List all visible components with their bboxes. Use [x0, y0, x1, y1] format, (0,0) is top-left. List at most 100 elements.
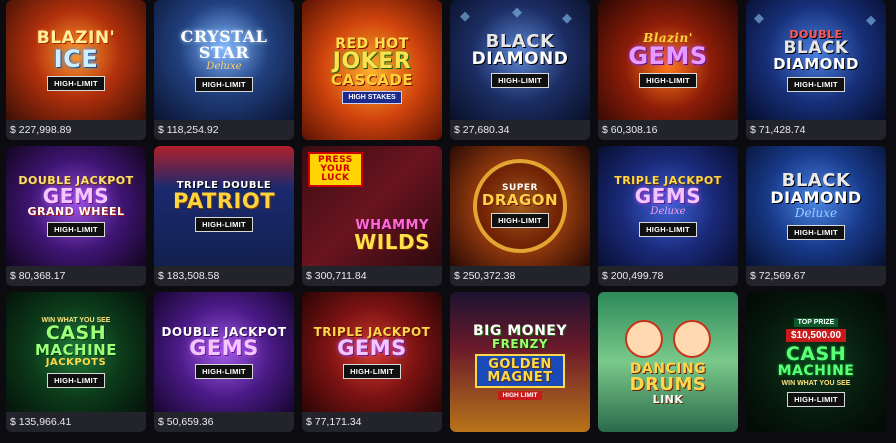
title-line: DIAMOND — [773, 54, 859, 73]
title-line: PATRIOT — [172, 188, 276, 213]
game-tile-double-jackpot-gems[interactable]: DOUBLE JACKPOT GEMS HIGH-LIMIT $ 50,659.… — [154, 292, 294, 432]
jackpot-amount: $ 50,659.36 — [154, 412, 294, 432]
jackpot-amount: $ 250,372.38 — [450, 266, 590, 286]
game-art: BLACK DIAMOND Deluxe HIGH-LIMIT — [746, 146, 886, 266]
diamond-icon: ◆ — [460, 8, 470, 23]
game-art: BLAZIN' ICE HIGH-LIMIT — [6, 0, 146, 120]
game-tile-dancing-drums-link[interactable]: DANCING DRUMS LINK — [598, 292, 738, 432]
high-limit-badge: HIGH-LIMIT — [47, 75, 105, 91]
title-line: JOKER — [332, 48, 412, 74]
jackpot-amount: $ 71,428.74 — [746, 120, 886, 140]
title-line: CASCADE — [330, 70, 414, 89]
title-line: BIG MONEY — [473, 323, 567, 339]
high-limit-badge: HIGH-LIMIT — [491, 72, 549, 88]
title-line: GEMS — [628, 42, 708, 70]
title-line: MACHINE — [35, 340, 117, 359]
high-stakes-badge: HIGH STAKES — [342, 90, 402, 104]
title-line: CASH — [785, 342, 847, 365]
jackpot-amount: $ 135,966.41 — [6, 412, 146, 432]
game-art: WIN WHAT YOU SEE CASH MACHINE JACKPOTS H… — [6, 292, 146, 412]
game-art: BIG MONEY FRENZY GOLDEN MAGNET HIGH LIMI… — [450, 292, 590, 432]
game-tile-press-your-luck-whammy-wilds[interactable]: PRESS YOUR LUCK WHAMMY WILDS $ 300,711.8… — [302, 146, 442, 286]
subtitle: Deluxe — [794, 206, 838, 220]
dragon-wheel: SUPER DRAGON HIGH-LIMIT — [473, 159, 567, 253]
high-limit-badge: HIGH-LIMIT — [787, 225, 845, 240]
game-tile-triple-double-patriot[interactable]: TRIPLE DOUBLE PATRIOT HIGH-LIMIT $ 183,5… — [154, 146, 294, 286]
game-tile-triple-jackpot-gems-deluxe[interactable]: TRIPLE JACKPOT GEMS Deluxe HIGH-LIMIT $ … — [598, 146, 738, 286]
jackpot-amount: $ 300,711.84 — [302, 266, 442, 286]
title-line: DRUMS — [629, 373, 707, 395]
high-limit-badge: HIGH-LIMIT — [639, 222, 697, 237]
title-line: DIAMOND — [770, 188, 862, 207]
title-line: JACKPOTS — [45, 356, 107, 368]
game-tile-super-dragon[interactable]: SUPER DRAGON HIGH-LIMIT $ 250,372.38 — [450, 146, 590, 286]
game-art: TRIPLE JACKPOT GEMS HIGH-LIMIT — [302, 292, 442, 412]
diamond-icon: ◆ — [562, 10, 572, 25]
title-line: MACHINE — [777, 362, 855, 379]
game-art: RED HOT JOKER CASCADE HIGH STAKES — [302, 0, 442, 140]
title-line: BLACK — [485, 30, 555, 52]
game-art: ◆ ◆ ◆ BLACK DIAMOND HIGH-LIMIT — [450, 0, 590, 120]
game-tile-double-jackpot-gems-grand-wheel[interactable]: DOUBLE JACKPOT GEMS GRAND WHEEL HIGH-LIM… — [6, 146, 146, 286]
title-line: CASH — [45, 321, 107, 344]
game-art: TRIPLE DOUBLE PATRIOT HIGH-LIMIT — [154, 146, 294, 266]
jackpot-amount: $ 227,998.89 — [6, 120, 146, 140]
high-limit-badge: HIGH-LIMIT — [787, 391, 845, 407]
title-line: FRENZY — [491, 337, 549, 351]
diamond-icon: ◆ — [512, 4, 522, 19]
title-line: TOP PRIZE — [793, 317, 839, 327]
subtitle: Deluxe — [206, 60, 242, 72]
game-art: ◆ ◆ DOUBLE BLACK DIAMOND HIGH-LIMIT — [746, 0, 886, 120]
jackpot-amount: $ 77,171.34 — [302, 412, 442, 432]
diamond-icon: ◆ — [754, 10, 764, 25]
character-girl — [673, 319, 711, 358]
title-line: DRAGON — [481, 191, 559, 209]
title-line: ICE — [53, 44, 99, 73]
game-art: DANCING DRUMS LINK — [598, 292, 738, 432]
game-tile-cash-machine-jackpots[interactable]: WIN WHAT YOU SEE CASH MACHINE JACKPOTS H… — [6, 292, 146, 432]
title-line: GEMS — [189, 335, 259, 360]
game-tile-black-diamond[interactable]: ◆ ◆ ◆ BLACK DIAMOND HIGH-LIMIT $ 27,680.… — [450, 0, 590, 140]
title-line: LUCK — [321, 173, 350, 183]
title-line: LINK — [652, 392, 684, 406]
high-limit-badge: HIGH-LIMIT — [787, 76, 845, 92]
game-art: DOUBLE JACKPOT GEMS HIGH-LIMIT — [154, 292, 294, 412]
game-art: SUPER DRAGON HIGH-LIMIT — [450, 146, 590, 266]
title-line: CRYSTAL STAR — [180, 26, 268, 62]
game-tile-crystal-star-deluxe[interactable]: CRYSTAL STAR Deluxe HIGH-LIMIT $ 118,254… — [154, 0, 294, 140]
title-line: GEMS — [634, 184, 702, 208]
top-prize-amount: $10,500.00 — [785, 328, 847, 342]
press-your-luck-logo: PRESS YOUR LUCK — [308, 152, 363, 187]
high-limit-badge: HIGH-LIMIT — [343, 363, 401, 379]
game-tile-triple-jackpot-gems[interactable]: TRIPLE JACKPOT GEMS HIGH-LIMIT $ 77,171.… — [302, 292, 442, 432]
game-art: TRIPLE JACKPOT GEMS Deluxe HIGH-LIMIT — [598, 146, 738, 266]
high-limit-badge: HIGH LIMIT — [498, 391, 542, 400]
game-tile-red-hot-joker-cascade[interactable]: RED HOT JOKER CASCADE HIGH STAKES — [302, 0, 442, 140]
diamond-icon: ◆ — [866, 12, 876, 27]
title-line: GEMS — [337, 335, 407, 360]
jackpot-amount: $ 200,499.78 — [598, 266, 738, 286]
jackpot-amount: $ 118,254.92 — [154, 120, 294, 140]
high-limit-badge: HIGH-LIMIT — [195, 216, 253, 232]
jackpot-amount: $ 27,680.34 — [450, 120, 590, 140]
characters — [625, 319, 711, 358]
subtitle: Deluxe — [650, 206, 686, 217]
game-art: CRYSTAL STAR Deluxe HIGH-LIMIT — [154, 0, 294, 120]
game-tile-black-diamond-deluxe[interactable]: BLACK DIAMOND Deluxe HIGH-LIMIT $ 72,569… — [746, 146, 886, 286]
game-tile-cash-machine[interactable]: TOP PRIZE $10,500.00 CASH MACHINE WIN WH… — [746, 292, 886, 432]
character-boy — [625, 319, 663, 358]
high-limit-badge: HIGH-LIMIT — [195, 363, 253, 379]
game-tile-double-black-diamond[interactable]: ◆ ◆ DOUBLE BLACK DIAMOND HIGH-LIMIT $ 71… — [746, 0, 886, 140]
high-limit-badge: HIGH-LIMIT — [195, 76, 253, 92]
game-tile-blazin-gems[interactable]: Blazin' GEMS HIGH-LIMIT $ 60,308.16 — [598, 0, 738, 140]
game-tile-big-money-frenzy-golden-magnet[interactable]: BIG MONEY FRENZY GOLDEN MAGNET HIGH LIMI… — [450, 292, 590, 432]
jackpot-amount: $ 80,368.17 — [6, 266, 146, 286]
jackpot-amount: $ 183,508.58 — [154, 266, 294, 286]
title-line: BLAZIN' — [36, 27, 116, 48]
game-art: DOUBLE JACKPOT GEMS GRAND WHEEL HIGH-LIM… — [6, 146, 146, 266]
game-tile-blazin-ice[interactable]: BLAZIN' ICE HIGH-LIMIT $ 227,998.89 — [6, 0, 146, 140]
whammy-wilds-logo: WHAMMY WILDS — [350, 219, 434, 252]
title-line: MAGNET — [487, 370, 553, 385]
title-line: WILDS — [354, 230, 430, 254]
game-art: PRESS YOUR LUCK WHAMMY WILDS — [302, 146, 442, 266]
